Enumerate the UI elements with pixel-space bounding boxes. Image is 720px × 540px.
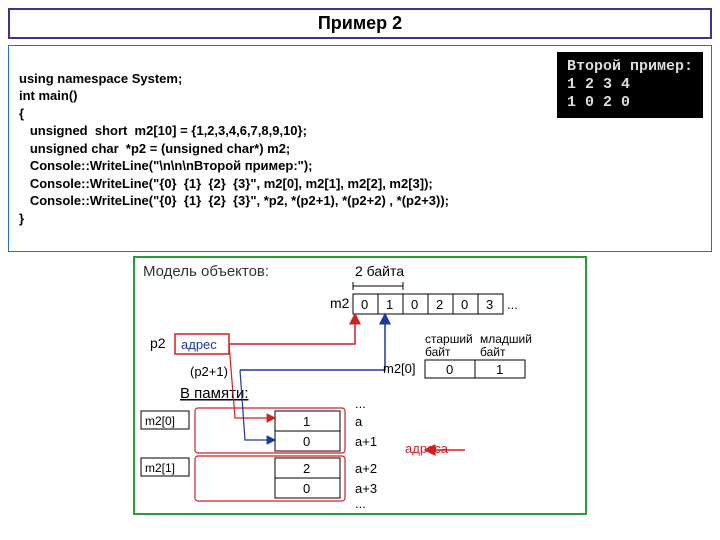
older-byte-label: старшийбайт (425, 332, 473, 359)
two-bytes-label: 2 байта (355, 263, 404, 279)
memory-label: В памяти: (180, 385, 249, 402)
svg-text:0: 0 (361, 297, 368, 312)
svg-text:1: 1 (496, 362, 503, 377)
svg-text:1: 1 (386, 297, 393, 312)
slide-title: Пример 2 (8, 8, 712, 39)
svg-text:...: ... (355, 396, 366, 411)
svg-text:2: 2 (436, 297, 443, 312)
console-line: 1 0 2 0 (567, 94, 630, 111)
svg-text:0: 0 (411, 297, 418, 312)
console-output: Второй пример: 1 2 3 4 1 0 2 0 (557, 52, 703, 118)
code-line: } (19, 211, 24, 226)
addr-text: адрес (181, 337, 217, 352)
model-label: Модель объектов: (143, 263, 269, 280)
code-block: using namespace System; int main() { uns… (8, 45, 712, 252)
addr-a: a (355, 414, 363, 429)
console-line: 1 2 3 4 (567, 76, 630, 93)
svg-text:3: 3 (486, 297, 493, 312)
code-line: unsigned char *p2 = (unsigned char*) m2; (19, 141, 290, 156)
svg-text:1: 1 (303, 414, 310, 429)
code-line: Console::WriteLine("{0} {1} {2} {3}", *p… (19, 193, 449, 208)
addr-a1: a+1 (355, 434, 377, 449)
m2-1-label: m2[1] (145, 461, 175, 475)
addr-a2: a+2 (355, 461, 377, 476)
svg-text:0: 0 (303, 434, 310, 449)
m2-0-label: m2[0] (145, 414, 175, 428)
code-line: using namespace System; (19, 71, 182, 86)
p2-label: p2 (150, 335, 166, 351)
console-line: Второй пример: (567, 58, 693, 75)
svg-text:0: 0 (303, 481, 310, 496)
m2-0-row-label: m2[0] (383, 361, 416, 376)
svg-text:0: 0 (446, 362, 453, 377)
m2-array: 0 1 0 2 0 3 ... (353, 294, 518, 314)
younger-byte-label: младшийбайт (480, 332, 532, 359)
svg-text:...: ... (507, 297, 518, 312)
svg-text:...: ... (355, 496, 366, 511)
svg-text:0: 0 (461, 297, 468, 312)
addresses-label: адреса (405, 441, 449, 456)
code-line: Console::WriteLine("{0} {1} {2} {3}", m2… (19, 176, 433, 191)
arrow-p2-to-m2 (229, 314, 355, 344)
code-line: unsigned short m2[10] = {1,2,3,4,6,7,8,9… (19, 123, 307, 138)
svg-text:2: 2 (303, 461, 310, 476)
addr-a3: a+3 (355, 481, 377, 496)
code-line: int main() (19, 88, 78, 103)
code-line: { (19, 106, 24, 121)
p2plus1-label: (p2+1) (190, 364, 228, 379)
code-line: Console::WriteLine("\n\n\nВторой пример:… (19, 158, 312, 173)
diagram-svg: Модель объектов: 2 байта m2 0 1 0 2 0 3 … (135, 258, 585, 513)
m2-label: m2 (330, 295, 350, 311)
memory-diagram: Модель объектов: 2 байта m2 0 1 0 2 0 3 … (133, 256, 587, 515)
arrow-p2plus1 (240, 314, 385, 370)
